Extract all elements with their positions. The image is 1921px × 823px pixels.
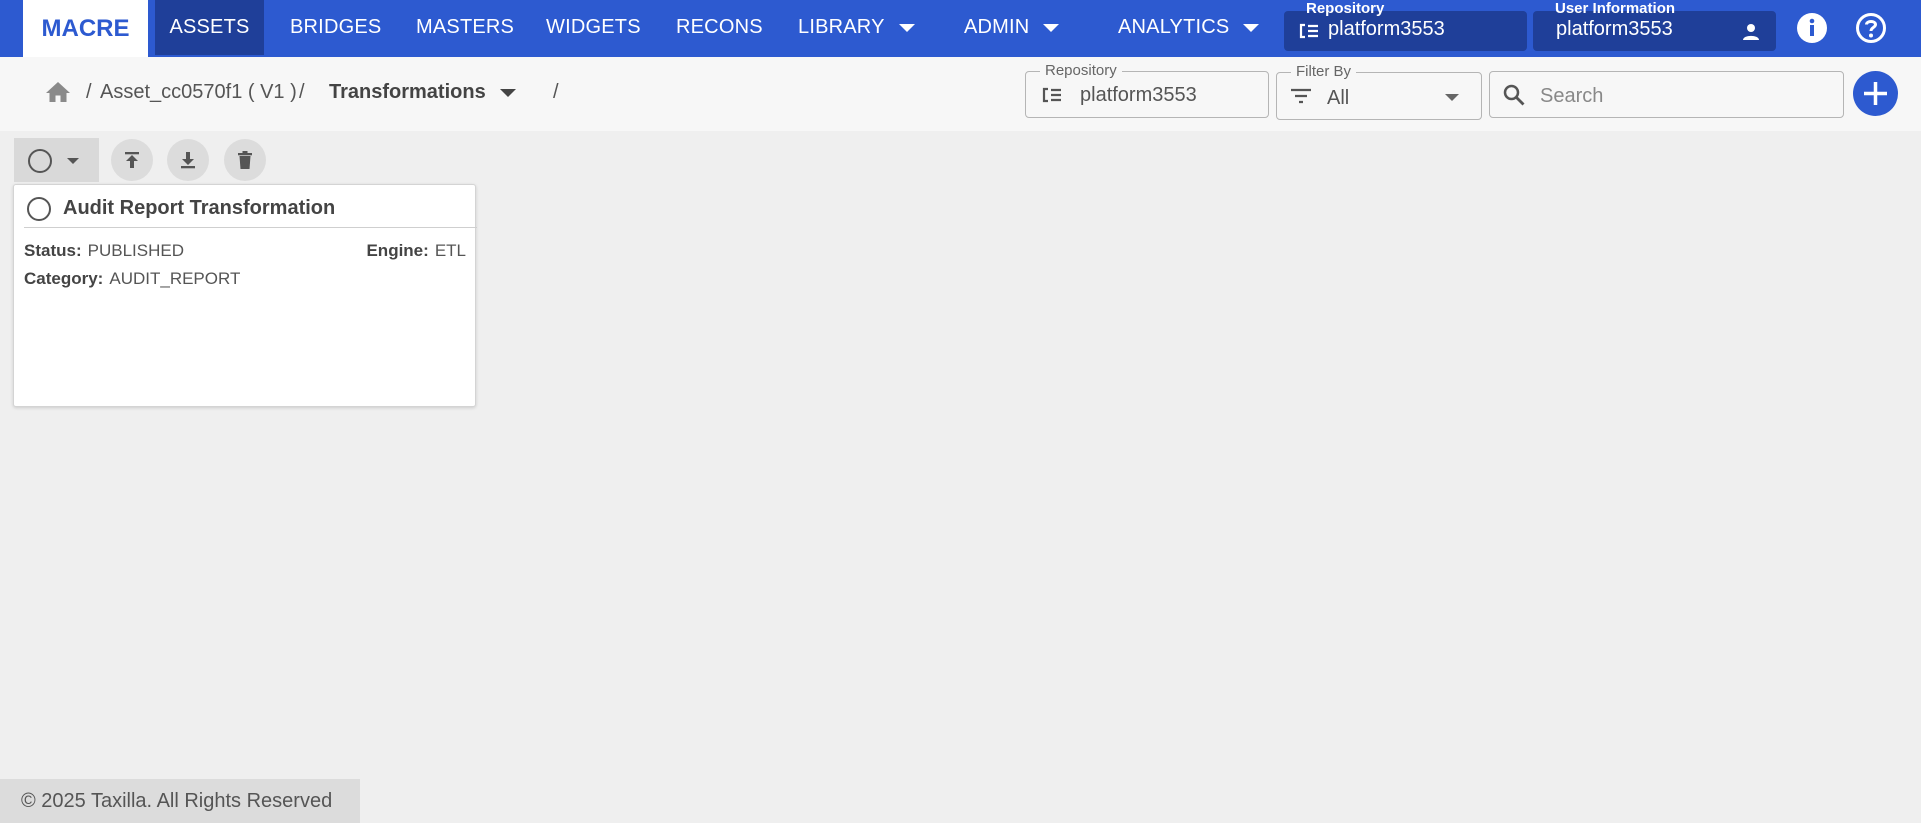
select-all-dropdown[interactable]: [14, 138, 99, 182]
breadcrumb-separator: /: [553, 81, 559, 103]
brand-logo[interactable]: MACRE: [23, 0, 148, 57]
chevron-down-icon: [1445, 94, 1459, 101]
nav-library[interactable]: LIBRARY: [798, 0, 915, 55]
search-icon: [1502, 83, 1526, 112]
nav-masters[interactable]: MASTERS: [416, 0, 514, 55]
header-repository-select[interactable]: Repository platform3553: [1284, 0, 1527, 51]
nav-masters-label: MASTERS: [416, 16, 515, 38]
footer-copyright: © 2025 Taxilla. All Rights Reserved: [21, 789, 333, 812]
nav-admin[interactable]: ADMIN: [964, 0, 1060, 55]
filter-by-caption: Filter By: [1291, 63, 1357, 80]
person-icon: [1741, 22, 1761, 47]
breadcrumb-asset[interactable]: Asset_cc0570f1 ( V1 ): [100, 81, 297, 104]
breadcrumb-separator: /: [86, 81, 92, 103]
card-engine: Engine: ETL: [366, 241, 466, 261]
nav-library-label: LIBRARY: [798, 16, 885, 38]
nav-assets[interactable]: ASSETS: [155, 0, 264, 55]
engine-value: ETL: [434, 241, 466, 260]
breadcrumb-section-label: Transformations: [329, 81, 486, 103]
delete-icon: [238, 151, 252, 169]
delete-button[interactable]: [224, 139, 266, 181]
engine-label: Engine:: [366, 241, 429, 260]
nav-admin-label: ADMIN: [964, 16, 1030, 38]
info-icon[interactable]: [1796, 12, 1828, 44]
radio-unchecked-icon: [27, 148, 53, 179]
add-button[interactable]: [1853, 71, 1898, 116]
category-value: AUDIT_REPORT: [109, 269, 241, 288]
chevron-down-icon: [898, 23, 915, 32]
search-field[interactable]: Search: [1489, 71, 1844, 118]
footer: © 2025 Taxilla. All Rights Reserved: [0, 779, 360, 823]
tree-list-icon: [1296, 21, 1320, 46]
repository-caption: Repository: [1040, 62, 1122, 79]
breadcrumb-section-dropdown[interactable]: Transformations: [329, 81, 516, 104]
chevron-down-icon: [499, 88, 516, 97]
chevron-down-icon: [1043, 23, 1060, 32]
home-icon[interactable]: [45, 81, 71, 108]
nav-recons[interactable]: RECONS: [676, 0, 763, 55]
header-repository-caption: Repository: [1306, 0, 1385, 17]
nav-recons-label: RECONS: [676, 16, 763, 38]
header-repository-value: platform3553: [1328, 18, 1445, 40]
card-category: Category: AUDIT_REPORT: [24, 269, 240, 289]
top-nav: MACRE ASSETS BRIDGES MASTERS WIDGETS REC…: [0, 0, 1921, 57]
download-button[interactable]: [167, 139, 209, 181]
nav-bridges[interactable]: BRIDGES: [290, 0, 381, 55]
chevron-down-icon: [67, 158, 79, 164]
nav-assets-label: ASSETS: [169, 16, 250, 38]
filter-icon: [1290, 87, 1312, 110]
nav-analytics[interactable]: ANALYTICS: [1118, 0, 1260, 55]
download-icon: [181, 152, 195, 169]
status-label: Status:: [24, 241, 82, 260]
publish-button[interactable]: [111, 139, 153, 181]
header-user-caption: User Information: [1555, 0, 1676, 17]
repository-select[interactable]: Repository platform3553: [1025, 62, 1269, 118]
nav-widgets-label: WIDGETS: [546, 16, 641, 38]
card-title[interactable]: Audit Report Transformation: [63, 197, 335, 220]
breadcrumb-separator: /: [299, 81, 305, 103]
tree-list-icon: [1039, 85, 1063, 110]
filter-by-value: All: [1327, 87, 1350, 109]
chevron-down-icon: [1243, 23, 1260, 32]
card-divider: [24, 227, 477, 228]
search-input[interactable]: Search: [1540, 85, 1603, 108]
card-status: Status: PUBLISHED: [24, 241, 184, 261]
card-select-radio[interactable]: [26, 196, 52, 227]
header-user-value: platform3553: [1556, 18, 1673, 40]
plus-icon: [1864, 82, 1887, 105]
help-icon[interactable]: [1855, 12, 1887, 44]
category-label: Category:: [24, 269, 104, 288]
publish-icon: [125, 152, 139, 168]
nav-bridges-label: BRIDGES: [290, 16, 382, 38]
header-user-info[interactable]: User Information platform3553: [1533, 0, 1776, 51]
status-value: PUBLISHED: [87, 241, 184, 260]
filter-by-select[interactable]: Filter By All: [1276, 63, 1482, 120]
nav-analytics-label: ANALYTICS: [1118, 16, 1230, 38]
nav-widgets[interactable]: WIDGETS: [546, 0, 641, 55]
transformation-card[interactable]: Audit Report Transformation Status: PUBLI…: [13, 184, 477, 407]
repository-value: platform3553: [1080, 84, 1197, 106]
